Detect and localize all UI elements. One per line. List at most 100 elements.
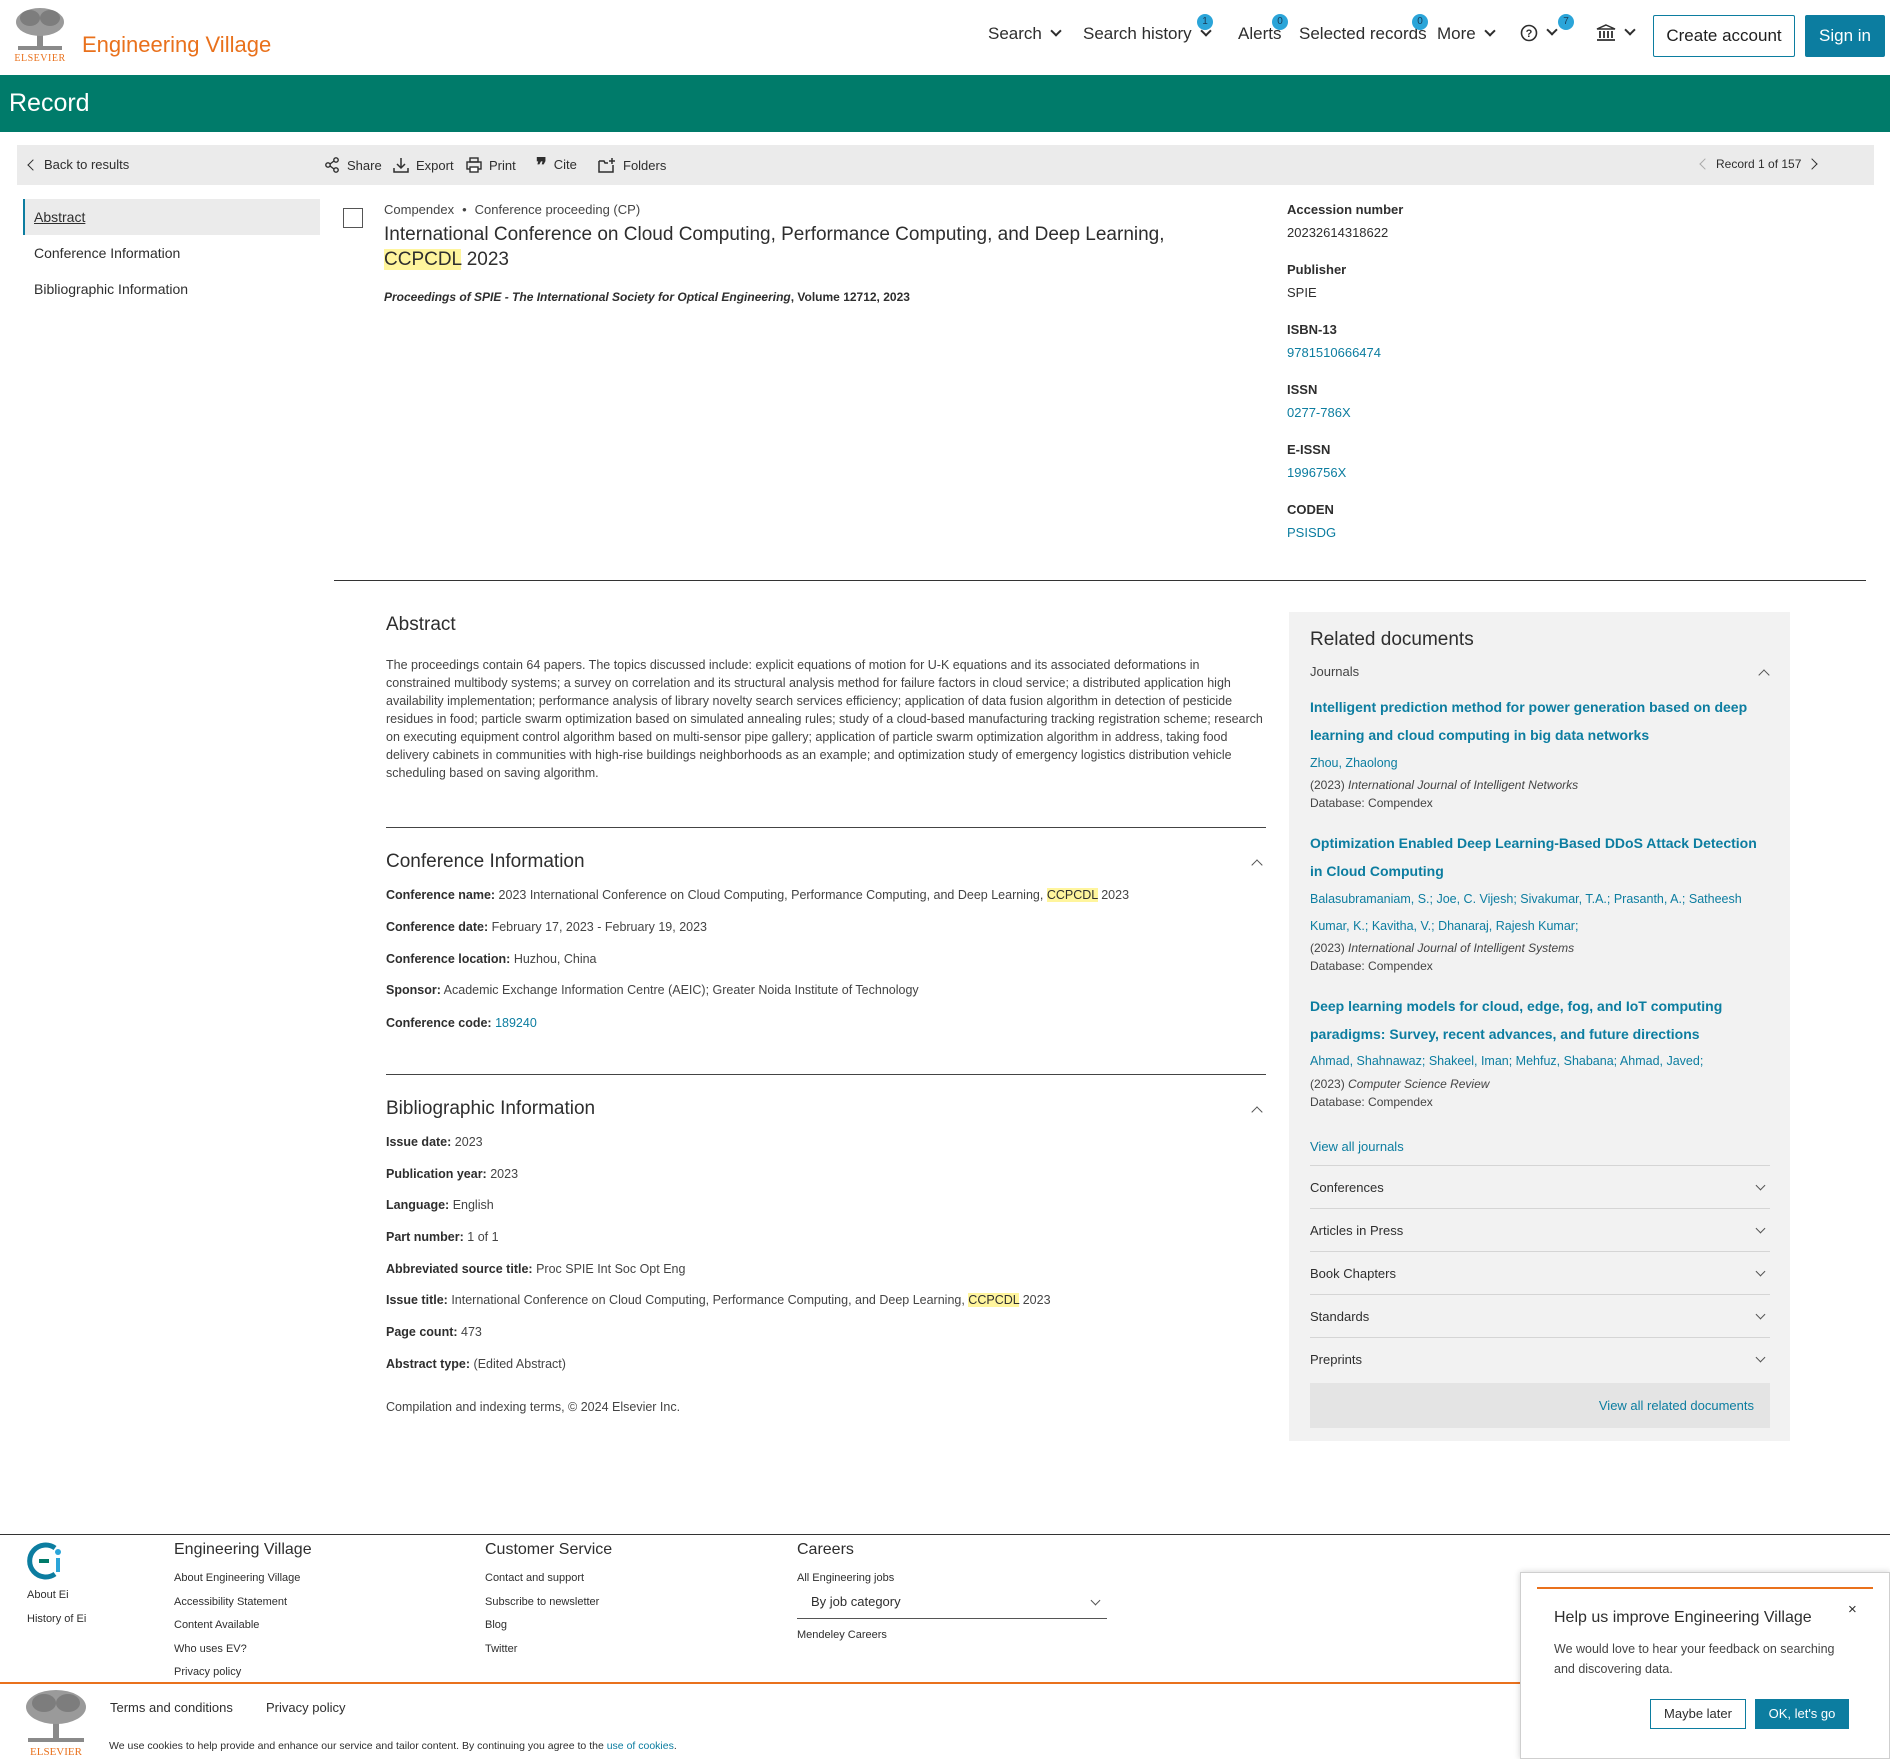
chevron-down-icon: [1484, 25, 1496, 37]
related-doc-database: Database: Compendex: [1310, 959, 1433, 973]
nav-selected-records[interactable]: Selected records 0: [1299, 14, 1428, 44]
elsevier-tree-logo[interactable]: ELSEVIER: [12, 6, 68, 64]
related-doc-title[interactable]: Intelligent prediction method for power …: [1310, 693, 1770, 749]
field-value: 2023: [1019, 1293, 1051, 1307]
footer-link[interactable]: About Ei: [27, 1584, 86, 1608]
brand-name[interactable]: Engineering Village: [82, 32, 271, 58]
previous-record-icon[interactable]: [1699, 158, 1711, 170]
back-to-results-link[interactable]: Back to results: [27, 157, 129, 172]
field-label: Language:: [386, 1198, 450, 1212]
footer-link[interactable]: Content Available: [174, 1614, 312, 1638]
collapse-bibliographic-icon[interactable]: [1251, 1106, 1263, 1118]
sidenav-item-bibliographic[interactable]: Bibliographic Information: [23, 271, 320, 307]
related-section-conferences[interactable]: Conferences: [1310, 1165, 1770, 1208]
sidenav-item-abstract[interactable]: Abstract: [23, 199, 320, 235]
footer-link[interactable]: Privacy policy: [174, 1661, 312, 1685]
field-value: 2023: [454, 1135, 483, 1149]
footer-link[interactable]: Who uses EV?: [174, 1638, 312, 1662]
related-doc-authors[interactable]: Balasubramaniam, S.; Joe, C. Vijesh; Siv…: [1310, 886, 1770, 940]
collapse-conference-icon[interactable]: [1251, 859, 1263, 871]
nav-search[interactable]: Search: [988, 24, 1062, 44]
footer-link[interactable]: Twitter: [485, 1638, 612, 1662]
related-doc-title[interactable]: Deep learning models for cloud, edge, fo…: [1310, 992, 1770, 1048]
accession-value: 20232614318622: [1287, 225, 1389, 240]
abstract-type-field: Abstract type: (Edited Abstract): [386, 1357, 566, 1371]
related-doc-authors[interactable]: Ahmad, Shahnawaz; Shakeel, Iman; Mehfuz,…: [1310, 1048, 1770, 1075]
field-label: Part number:: [386, 1230, 464, 1244]
bibliographic-heading: Bibliographic Information: [386, 1098, 596, 1119]
footer-ev-heading: Engineering Village: [174, 1541, 312, 1558]
footer-link[interactable]: History of Ei: [27, 1608, 86, 1632]
footer-link[interactable]: Subscribe to newsletter: [485, 1591, 612, 1615]
field-value: 2023: [1097, 888, 1130, 902]
field-value: Proc SPIE Int Soc Opt Eng: [536, 1262, 686, 1276]
feedback-popup-body: Help us improve Engineering Village × We…: [1537, 1587, 1873, 1759]
privacy-link[interactable]: Privacy policy: [266, 1700, 345, 1715]
related-doc-title[interactable]: Optimization Enabled Deep Learning-Based…: [1310, 829, 1770, 885]
feedback-title: Help us improve Engineering Village: [1554, 1609, 1812, 1626]
chevron-down-icon: [1755, 1266, 1766, 1277]
export-label: Export: [416, 157, 454, 173]
nav-help[interactable]: ? 7: [1520, 14, 1574, 42]
footer-link[interactable]: Contact and support: [485, 1567, 612, 1591]
next-record-icon[interactable]: [1806, 158, 1819, 170]
related-section-preprints[interactable]: Preprints: [1310, 1337, 1770, 1380]
field-value: 2023 International Conference on Cloud C…: [498, 888, 1047, 902]
footer-careers-column: Careers All Engineering jobs: [797, 1541, 894, 1591]
terms-link[interactable]: Terms and conditions: [110, 1700, 233, 1715]
cite-button[interactable]: ❞ Cite: [536, 155, 577, 175]
footer-link[interactable]: About Engineering Village: [174, 1567, 312, 1591]
related-doc-authors[interactable]: Zhou, Zhaolong: [1310, 750, 1770, 777]
sidenav-item-conference[interactable]: Conference Information: [23, 235, 320, 271]
record-title: International Conference on Cloud Comput…: [384, 222, 1234, 272]
cookie-text-end: .: [673, 1740, 677, 1752]
related-doc-journal: International Journal of Intelligent Net…: [1348, 778, 1579, 792]
field-label: Sponsor:: [386, 983, 441, 997]
select-record-checkbox[interactable]: [343, 208, 363, 228]
footer-link[interactable]: Blog: [485, 1614, 612, 1638]
share-button[interactable]: Share: [324, 157, 382, 173]
view-all-related-button[interactable]: View all related documents: [1310, 1383, 1770, 1428]
print-button[interactable]: Print: [466, 157, 516, 173]
job-category-select[interactable]: By job category: [797, 1585, 1107, 1619]
nav-alerts[interactable]: Alerts 0: [1238, 14, 1288, 44]
nav-more[interactable]: More: [1437, 24, 1496, 44]
compilation-text: Compilation and indexing terms, © 2024 E…: [386, 1400, 681, 1414]
close-icon[interactable]: ×: [1848, 1601, 1857, 1618]
highlighted-term: CCPCDL: [1046, 888, 1098, 902]
related-section-articles-in-press[interactable]: Articles in Press: [1310, 1208, 1770, 1251]
elsevier-footer-logo[interactable]: ELSEVIER: [22, 1688, 90, 1758]
view-all-journals-link[interactable]: View all journals: [1310, 1139, 1404, 1154]
cookie-policy-link[interactable]: use of cookies: [607, 1740, 674, 1752]
record-title-year: 2023: [461, 249, 509, 270]
related-section-standards[interactable]: Standards: [1310, 1294, 1770, 1337]
conference-date-field: Conference date: February 17, 2023 - Feb…: [386, 920, 707, 934]
folders-button[interactable]: Folders: [598, 157, 666, 173]
export-button[interactable]: Export: [393, 157, 454, 173]
maybe-later-button[interactable]: Maybe later: [1650, 1699, 1746, 1729]
record-title-text: International Conference on Cloud Comput…: [384, 224, 1165, 245]
issn-link[interactable]: 0277-786X: [1287, 405, 1587, 420]
publication-year-field: Publication year: 2023: [386, 1167, 518, 1181]
related-section-book-chapters[interactable]: Book Chapters: [1310, 1251, 1770, 1294]
eissn-link[interactable]: 1996756X: [1287, 465, 1587, 480]
language-field: Language: English: [386, 1198, 494, 1212]
coden-link[interactable]: PSISDG: [1287, 525, 1587, 540]
nav-search-history[interactable]: Search history 1: [1083, 14, 1213, 44]
cookie-text: We use cookies to help provide and enhan…: [109, 1740, 607, 1752]
ei-logo-icon[interactable]: [25, 1540, 67, 1582]
chevron-down-icon: [1755, 1309, 1766, 1320]
conference-code-link[interactable]: 189240: [495, 1016, 537, 1030]
isbn-link[interactable]: 9781510666474: [1287, 345, 1587, 360]
footer-link[interactable]: Mendeley Careers: [797, 1624, 887, 1648]
journals-toggle[interactable]: Journals: [1310, 664, 1359, 679]
create-account-button[interactable]: Create account: [1653, 15, 1795, 57]
footer-link[interactable]: Accessibility Statement: [174, 1591, 312, 1615]
coden-label: CODEN: [1287, 502, 1334, 517]
related-doc-year: (2023): [1310, 1077, 1349, 1091]
nav-institution[interactable]: [1596, 24, 1636, 42]
ok-lets-go-button[interactable]: OK, let's go: [1755, 1699, 1849, 1729]
sign-in-button[interactable]: Sign in: [1805, 15, 1885, 57]
field-label: Conference code:: [386, 1016, 492, 1030]
collapse-journals-icon[interactable]: [1758, 669, 1770, 681]
